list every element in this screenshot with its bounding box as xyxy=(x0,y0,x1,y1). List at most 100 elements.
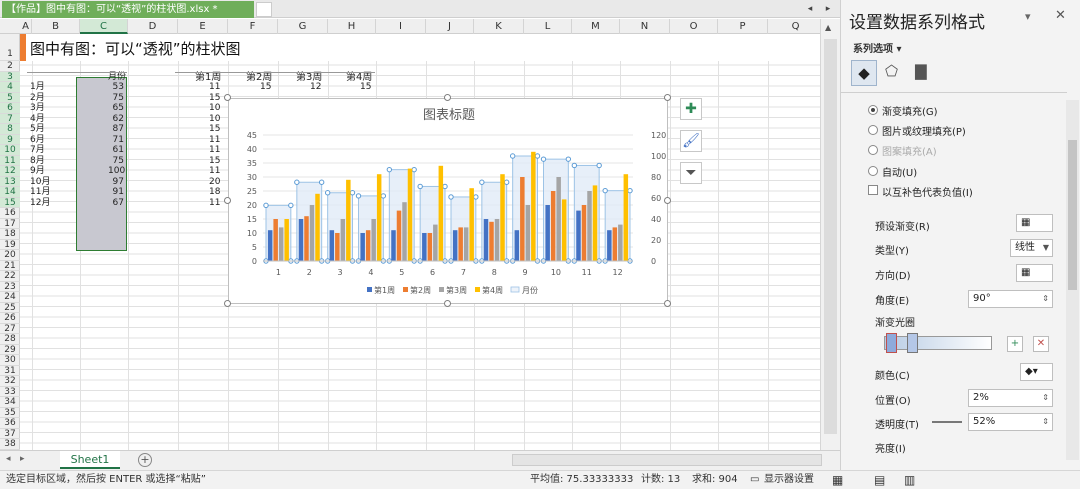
fill-option-radio[interactable] xyxy=(868,125,878,135)
display-settings-icon[interactable]: ▭ xyxy=(750,471,759,489)
gradient-stop-1[interactable] xyxy=(886,333,897,353)
month-label[interactable]: 6月 xyxy=(30,135,45,145)
legend-label[interactable]: 第3周 xyxy=(446,285,467,295)
row-header-28[interactable]: 28 xyxy=(0,334,20,345)
chart-resize-handle[interactable] xyxy=(444,94,451,101)
selection-handle[interactable] xyxy=(324,190,331,196)
row-header-16[interactable]: 16 xyxy=(0,208,20,219)
column-header-C[interactable]: C xyxy=(80,19,128,34)
bar[interactable] xyxy=(391,230,396,261)
position-input[interactable]: 2% ⇕ xyxy=(968,389,1053,407)
column-header-H[interactable]: H xyxy=(328,19,376,34)
next-sheet-icon[interactable]: ▸ xyxy=(20,454,25,464)
row-header-10[interactable]: 10 xyxy=(0,145,20,156)
row-header-19[interactable]: 19 xyxy=(0,240,20,250)
column-header-B[interactable]: B xyxy=(32,19,80,34)
week-value[interactable]: 11 xyxy=(209,135,220,145)
week-value[interactable]: 15 xyxy=(360,82,371,92)
scroll-left-icon[interactable]: ◂ xyxy=(804,2,816,16)
bar[interactable] xyxy=(489,221,494,261)
month-label[interactable]: 11月 xyxy=(30,187,50,197)
bar[interactable] xyxy=(427,233,433,261)
preset-gradient-dropdown[interactable]: ▦ xyxy=(1016,214,1053,232)
prev-sheet-icon[interactable]: ◂ xyxy=(6,454,11,464)
add-sheet-button[interactable]: + xyxy=(138,453,152,467)
month-value[interactable]: 71 xyxy=(108,135,124,145)
angle-input[interactable]: 90° ⇕ xyxy=(968,290,1053,308)
row-header-24[interactable]: 24 xyxy=(0,292,20,303)
column-header-J[interactable]: J xyxy=(426,19,474,34)
month-label[interactable]: 1月 xyxy=(30,82,45,92)
selection-handle[interactable] xyxy=(288,202,294,209)
bar[interactable] xyxy=(458,227,463,261)
chart-title[interactable]: 图表标题 xyxy=(423,108,475,123)
row-header-18[interactable]: 18 xyxy=(0,229,20,240)
direction-dropdown[interactable]: ▦ xyxy=(1016,264,1053,282)
bar[interactable] xyxy=(422,233,427,261)
bar[interactable] xyxy=(335,233,340,261)
legend-label[interactable]: 第1周 xyxy=(374,285,395,295)
color-picker[interactable]: ◆▾ xyxy=(1020,363,1053,381)
row-header-7[interactable]: 7 xyxy=(0,113,20,124)
chart-resize-handle[interactable] xyxy=(444,300,451,307)
month-label[interactable]: 4月 xyxy=(30,114,45,124)
month-value[interactable]: 100 xyxy=(108,166,125,176)
bar[interactable] xyxy=(273,219,278,261)
month-label[interactable]: 2月 xyxy=(30,93,45,103)
column-header-P[interactable]: P xyxy=(718,19,768,34)
week-header[interactable]: 第1周 xyxy=(195,72,221,83)
bar[interactable] xyxy=(612,227,618,261)
week-value[interactable]: 11 xyxy=(209,82,220,92)
sheet-tab-sheet1[interactable]: Sheet1 xyxy=(60,451,120,469)
vertical-scrollbar[interactable]: ▲ xyxy=(820,19,840,450)
row-header-26[interactable]: 26 xyxy=(0,313,20,324)
selection-handle[interactable] xyxy=(571,162,578,169)
bar[interactable] xyxy=(561,199,567,261)
bar[interactable] xyxy=(396,210,402,261)
row-header-11[interactable]: 11 xyxy=(0,155,20,166)
bar[interactable] xyxy=(284,219,289,261)
bar[interactable] xyxy=(433,224,438,261)
close-icon[interactable]: ✕ xyxy=(1055,8,1066,23)
column-header-O[interactable]: O xyxy=(670,19,718,34)
month-value[interactable]: 65 xyxy=(108,103,124,113)
column-header-A[interactable]: A xyxy=(20,19,32,34)
row-header-15[interactable]: 15 xyxy=(0,197,20,208)
bar[interactable] xyxy=(494,219,500,261)
week-value[interactable]: 11 xyxy=(209,166,220,176)
row-header-29[interactable]: 29 xyxy=(0,345,20,355)
month-label[interactable]: 9月 xyxy=(30,166,45,176)
column-header-I[interactable]: I xyxy=(376,19,426,34)
series-options-icon[interactable]: ▇ xyxy=(915,62,927,80)
column-header-N[interactable]: N xyxy=(620,19,670,34)
bar[interactable] xyxy=(576,210,581,261)
transparency-input[interactable]: 52% ⇕ xyxy=(968,413,1053,431)
column-header-M[interactable]: M xyxy=(572,19,620,34)
month-value[interactable]: 75 xyxy=(108,93,124,103)
week-header[interactable]: 第4周 xyxy=(346,72,372,83)
pane-scroll-thumb[interactable] xyxy=(1068,140,1077,290)
scroll-thumb[interactable] xyxy=(824,39,837,434)
selection-handle[interactable] xyxy=(318,179,325,185)
week-value[interactable]: 20 xyxy=(209,177,220,187)
fill-option-label[interactable]: 图案填充(A) xyxy=(882,143,937,158)
month-label[interactable]: 5月 xyxy=(30,124,45,134)
week-value[interactable]: 12 xyxy=(310,82,321,92)
fill-option-label[interactable]: 渐变填充(G) xyxy=(882,103,938,118)
gradient-bar[interactable] xyxy=(884,336,992,350)
row-header-27[interactable]: 27 xyxy=(0,324,20,334)
pane-scrollbar[interactable] xyxy=(1066,100,1079,460)
row-header-21[interactable]: 21 xyxy=(0,261,20,271)
chart-styles-button[interactable]: 🖌 xyxy=(680,130,702,152)
bar[interactable] xyxy=(587,191,592,261)
week-value[interactable]: 10 xyxy=(209,103,220,113)
week-header[interactable]: 第2周 xyxy=(246,72,272,83)
scroll-up-icon[interactable]: ▲ xyxy=(825,23,831,32)
column-header-F[interactable]: F xyxy=(228,19,278,34)
selection-handle[interactable] xyxy=(479,179,485,185)
selection-handle[interactable] xyxy=(442,183,448,190)
remove-stop-icon[interactable]: ✕ xyxy=(1033,336,1049,352)
pane-options-icon[interactable]: ▾ xyxy=(1025,10,1031,23)
selection-handle[interactable] xyxy=(411,166,417,173)
month-label[interactable]: 8月 xyxy=(30,156,45,166)
